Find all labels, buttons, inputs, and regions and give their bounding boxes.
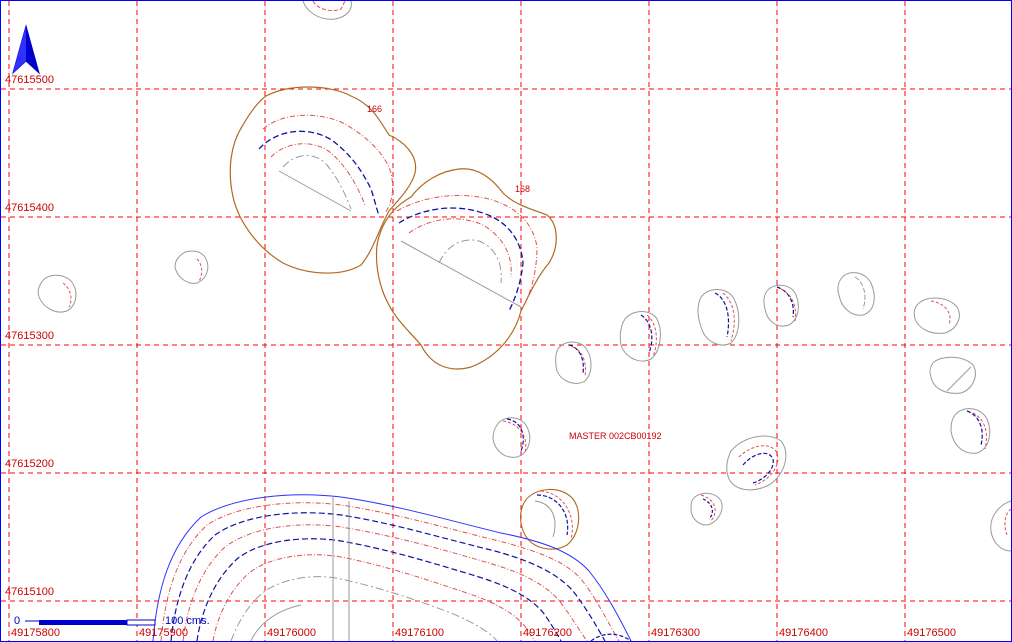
feature-small bbox=[913, 297, 960, 334]
feature-small bbox=[690, 492, 723, 526]
grid-x-label: 49176400 bbox=[779, 627, 828, 639]
feature-small bbox=[763, 284, 799, 327]
feature-166 bbox=[229, 86, 417, 274]
scale-bar bbox=[25, 619, 156, 626]
north-arrow-icon bbox=[12, 24, 40, 75]
feature-label-168[interactable]: 168 bbox=[515, 184, 530, 194]
feature-168 bbox=[375, 168, 557, 370]
grid-x-label: 49176200 bbox=[523, 627, 572, 639]
feature-small bbox=[619, 311, 661, 362]
map-drawing bbox=[1, 1, 1011, 641]
polygon-168 bbox=[375, 168, 557, 370]
feature-small bbox=[492, 417, 531, 458]
feature-small bbox=[697, 289, 740, 346]
polygon-166 bbox=[229, 86, 417, 274]
grid-x-label: 49175800 bbox=[11, 627, 60, 639]
feature-label-166[interactable]: 166 bbox=[367, 104, 382, 114]
master-label[interactable]: MASTER 002CB00192 bbox=[569, 431, 662, 441]
grid-y-label: 47615500 bbox=[5, 74, 54, 86]
feature-small bbox=[950, 408, 991, 454]
scale-bar-zero-label: 0 bbox=[14, 615, 21, 627]
grid-y-label: 47615200 bbox=[5, 458, 54, 470]
feature-small bbox=[990, 500, 1011, 552]
feature-large-bottom bbox=[152, 494, 632, 641]
scale-bar-length-label: 100 cms. bbox=[165, 615, 210, 627]
grid-lines bbox=[1, 1, 1011, 641]
feature-small bbox=[837, 272, 875, 316]
grid-y-label: 47615400 bbox=[5, 202, 54, 214]
feature-small bbox=[519, 488, 580, 550]
feature-small bbox=[929, 356, 976, 394]
feature-small bbox=[37, 250, 209, 313]
grid-x-label: 49176000 bbox=[267, 627, 316, 639]
feature-top-partial bbox=[302, 1, 352, 20]
feature-small bbox=[555, 341, 592, 384]
grid-x-label: 49175900 bbox=[139, 627, 188, 639]
grid-x-label: 49176100 bbox=[395, 627, 444, 639]
grid-x-label: 49176300 bbox=[651, 627, 700, 639]
grid-x-label: 49176500 bbox=[907, 627, 956, 639]
grid-y-label: 47615300 bbox=[5, 330, 54, 342]
map-canvas[interactable]: 47615500 47615400 47615300 47615200 4761… bbox=[0, 0, 1012, 642]
grid-y-label: 47615100 bbox=[5, 586, 54, 598]
